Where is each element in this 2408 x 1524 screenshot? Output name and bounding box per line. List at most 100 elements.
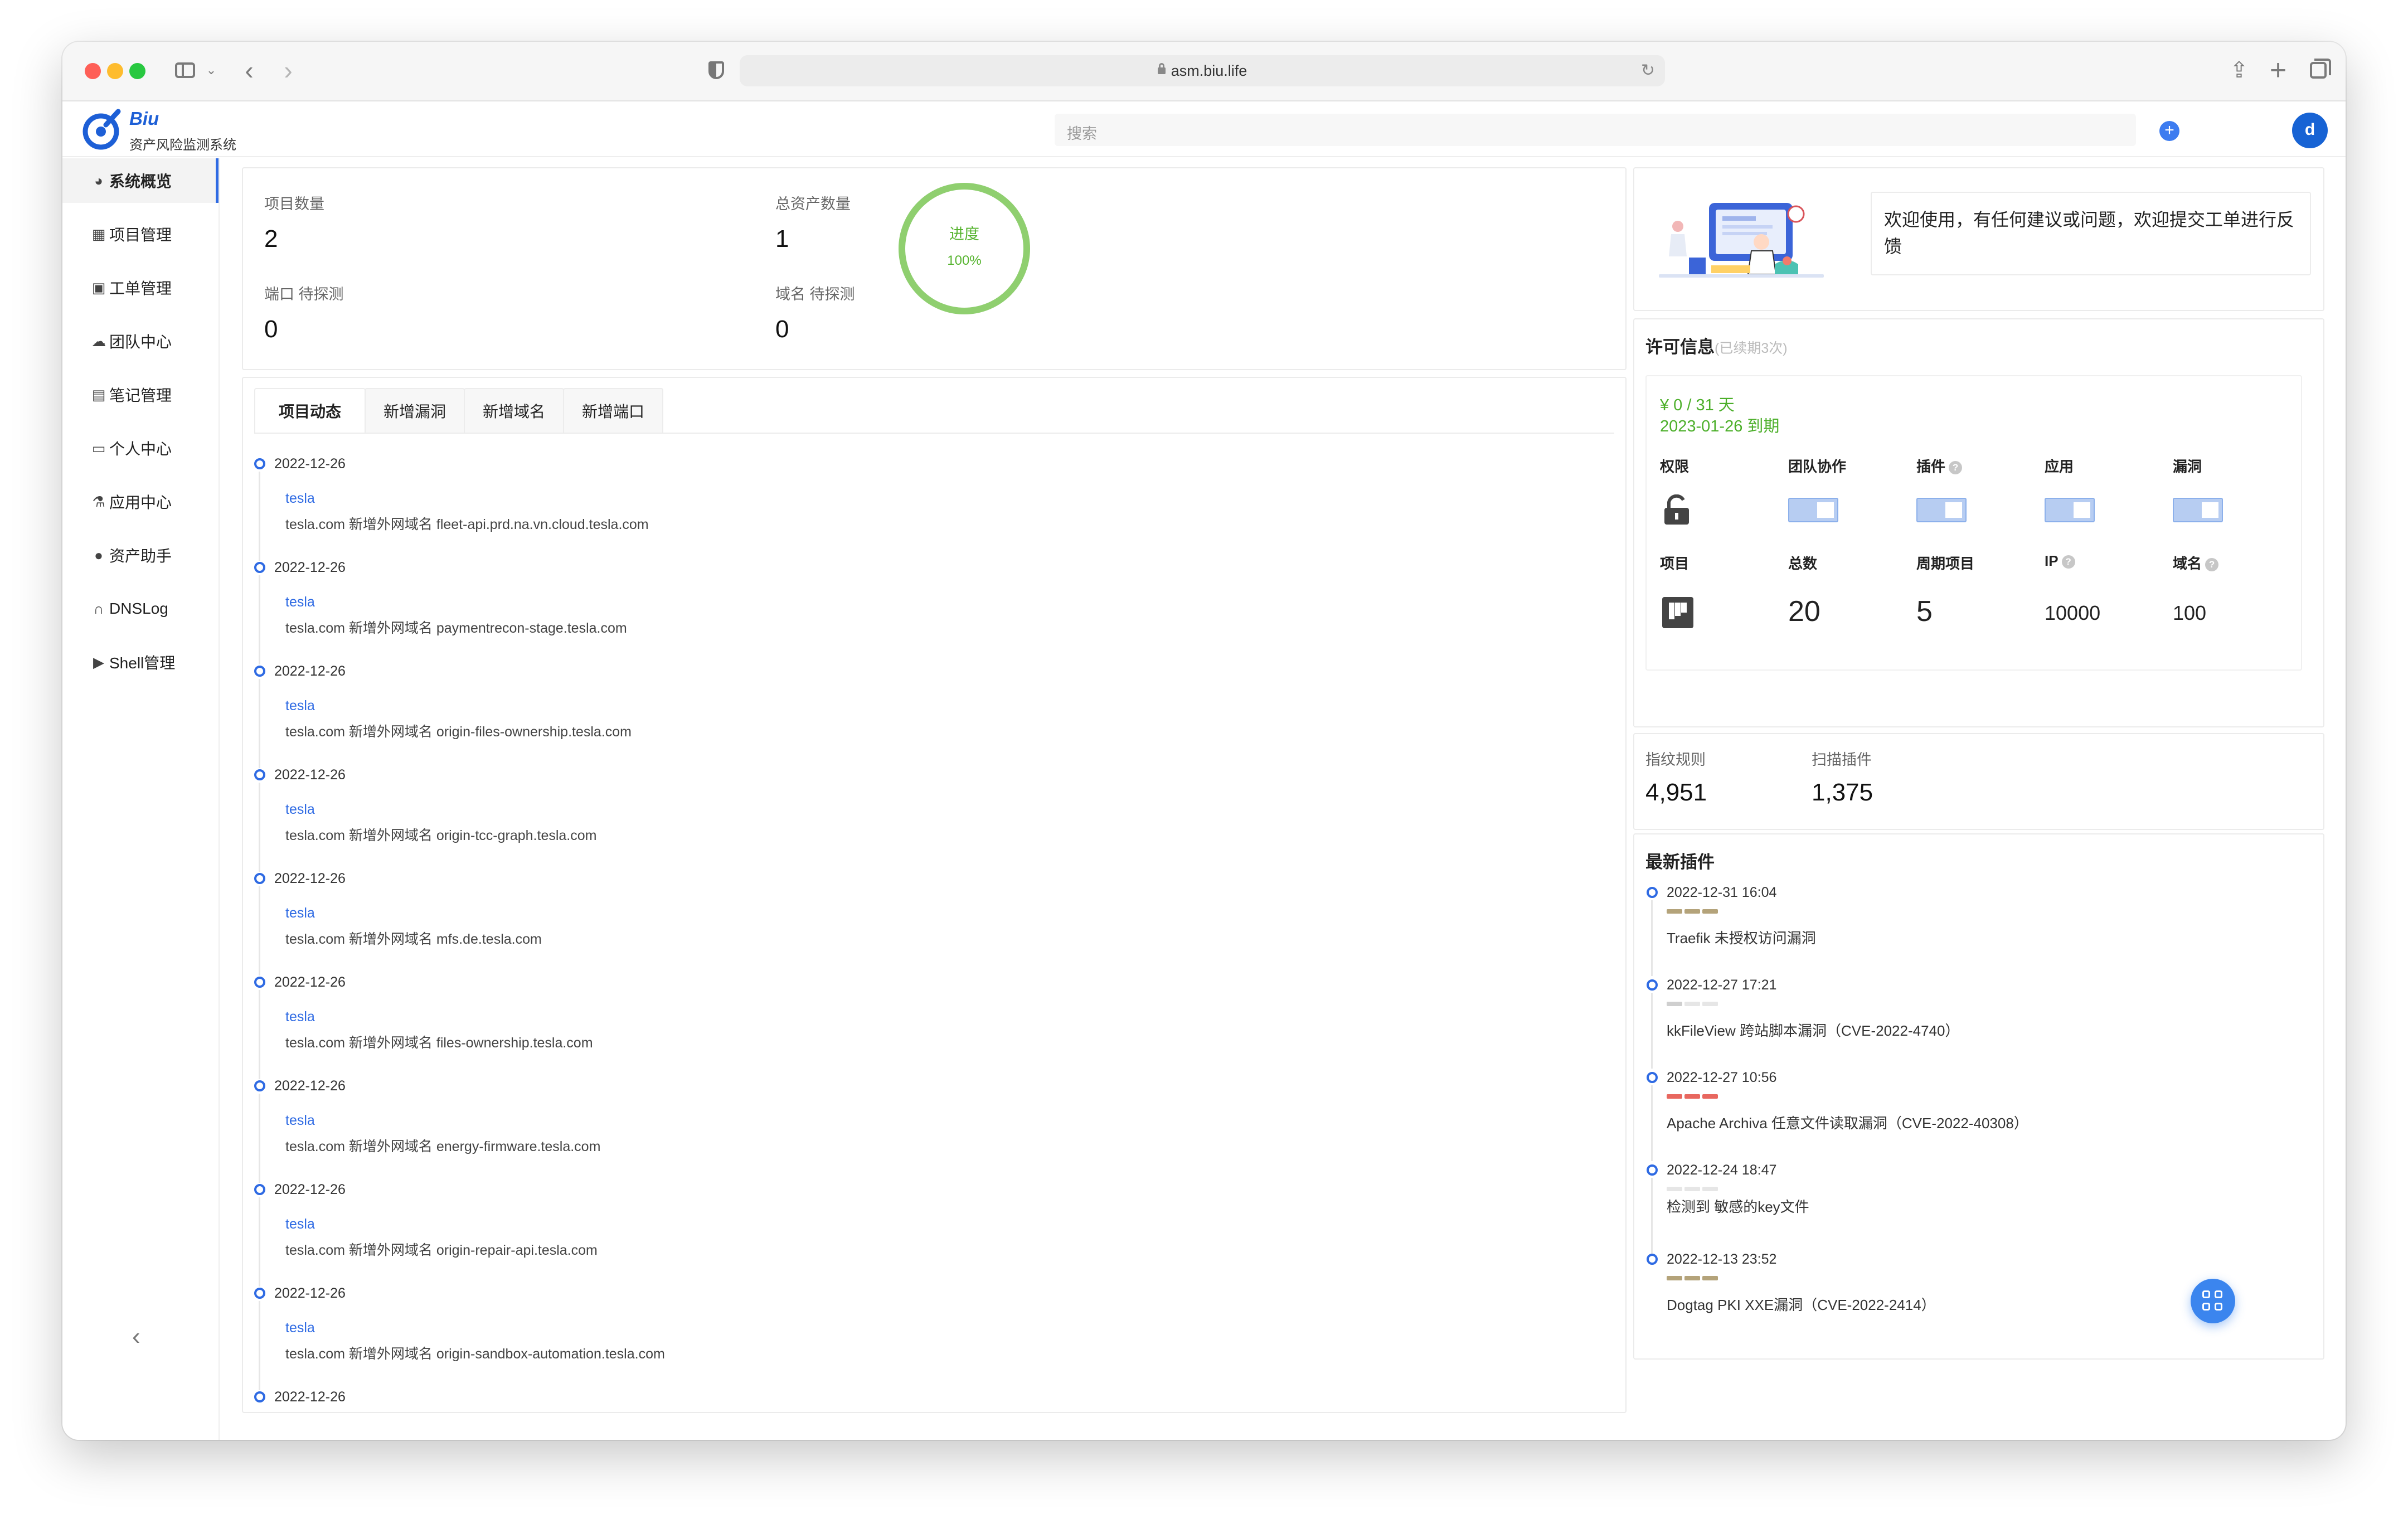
total-label: 总数 xyxy=(1788,555,1818,572)
logo-icon[interactable] xyxy=(79,108,123,152)
timeline-dot xyxy=(254,1080,265,1091)
progress-label: 进度 xyxy=(949,226,979,242)
permission-label: 权限 xyxy=(1660,458,1690,475)
timeline-connector xyxy=(259,1094,260,1183)
logo-name[interactable]: Biu xyxy=(129,108,159,129)
vuln-toggle[interactable] xyxy=(2173,498,2223,522)
list-item: 2022-12-26 tesla tesla.com 新增外网域名 paymen… xyxy=(254,560,1592,664)
avatar[interactable]: d xyxy=(2292,113,2328,148)
license-card: 许可信息(已续期3次) ¥ 0 / 31 天 2023-01-26 到期 权限 … xyxy=(1633,318,2324,727)
activity-project-link[interactable]: tesla xyxy=(285,698,315,714)
stats-card: 项目数量 2 总资产数量 1 端口 待探测 0 域名 待探测 0 进度 100% xyxy=(242,167,1627,370)
help-icon[interactable]: ? xyxy=(2205,558,2219,572)
lock-icon xyxy=(1157,63,1166,74)
tab-new-vulns[interactable]: 新增漏洞 xyxy=(365,388,465,434)
sidebar-item-shell[interactable]: ▶ Shell管理 xyxy=(62,640,219,685)
help-icon[interactable]: ? xyxy=(2061,555,2075,569)
plugin-name[interactable]: Traefik 未授权访问漏洞 xyxy=(1667,927,1816,948)
project-label: 项目 xyxy=(1660,555,1690,572)
chevron-down-icon[interactable]: ⌄ xyxy=(203,56,220,84)
list-item[interactable]: 2022-12-27 17:21 kkFileView 跨站脚本漏洞（CVE-2… xyxy=(1647,976,2304,1069)
sidebar-item-profile[interactable]: ▭ 个人中心 xyxy=(62,426,219,470)
activity-date: 2022-12-26 xyxy=(274,1285,346,1301)
minimize-window-button[interactable] xyxy=(107,63,123,79)
activity-description: tesla.com 新增外网域名 fleet-api.prd.na.vn.clo… xyxy=(285,517,649,532)
activity-project-link[interactable]: tesla xyxy=(285,905,315,921)
logo-subtitle: 资产风险监测系统 xyxy=(129,138,236,153)
activity-project-link[interactable]: tesla xyxy=(285,1113,315,1129)
sidebar-item-label: 工单管理 xyxy=(109,280,172,297)
license-price: ¥ 0 / 31 天 xyxy=(1660,396,1735,414)
tab-overview-icon[interactable] xyxy=(2304,56,2332,84)
share-icon[interactable]: ⇪ xyxy=(2225,56,2253,84)
sidebar-item-assistant[interactable]: ● 资产助手 xyxy=(62,533,219,577)
flask-icon: ⚗ xyxy=(92,493,105,510)
total-value: 20 xyxy=(1788,595,1820,628)
new-tab-icon[interactable]: + xyxy=(2264,54,2292,86)
back-icon[interactable]: ‹ xyxy=(235,56,263,85)
activity-date: 2022-12-26 xyxy=(274,456,346,472)
grid-icon xyxy=(2202,1290,2210,1298)
headset-icon: ∩ xyxy=(93,600,104,617)
sidebar-item-team[interactable]: ☁ 团队中心 xyxy=(62,319,219,363)
sidebar-item-overview[interactable]: ◕ 系统概览 xyxy=(62,158,219,203)
sidebar-item-dnslog[interactable]: ∩ DNSLog xyxy=(62,586,219,631)
sidebar-item-label: 项目管理 xyxy=(109,226,172,244)
tab-new-domains[interactable]: 新增域名 xyxy=(464,388,564,434)
maximize-window-button[interactable] xyxy=(129,63,145,79)
reload-icon[interactable]: ↻ xyxy=(1641,61,1655,80)
timeline-connector xyxy=(1651,993,1653,1069)
activity-project-link[interactable]: tesla xyxy=(285,491,315,507)
sidebar-item-notes[interactable]: ▤ 笔记管理 xyxy=(62,372,219,417)
sidebar-item-label: 个人中心 xyxy=(109,440,172,458)
tab-new-ports[interactable]: 新增端口 xyxy=(563,388,663,434)
collapse-sidebar-icon[interactable]: ‹ xyxy=(132,1323,140,1351)
grid-icon xyxy=(2215,1290,2222,1298)
timeline-dot xyxy=(254,977,265,988)
add-button[interactable]: + xyxy=(2159,121,2179,141)
privacy-shield-icon[interactable] xyxy=(702,56,730,84)
close-window-button[interactable] xyxy=(85,63,101,79)
timeline-dot xyxy=(254,1288,265,1299)
help-icon[interactable]: ? xyxy=(1949,461,1963,475)
activity-project-link[interactable]: tesla xyxy=(285,1009,315,1025)
plugin-name[interactable]: 检测到 敏感的key文件 xyxy=(1667,1196,1809,1216)
list-item: 2022-12-26 tesla tesla.com 新增外网域名 origin… xyxy=(254,767,1592,872)
apps-grid-button[interactable] xyxy=(2191,1279,2235,1323)
team-label: 团队协作 xyxy=(1788,458,1847,475)
plugin-label: 插件? xyxy=(1916,455,1963,476)
plugin-name[interactable]: Apache Archiva 任意文件读取漏洞（CVE-2022-40308） xyxy=(1667,1112,2028,1133)
activity-date: 2022-12-26 xyxy=(274,560,346,575)
activity-date: 2022-12-26 xyxy=(274,663,346,679)
app-label: 应用 xyxy=(2045,458,2074,475)
sidebar-item-projects[interactable]: ▦ 项目管理 xyxy=(62,212,219,256)
project-board-icon xyxy=(1662,597,1693,628)
list-item[interactable]: 2022-12-31 16:04 Traefik 未授权访问漏洞 xyxy=(1647,884,2304,976)
pie-chart-icon: ◕ xyxy=(94,172,103,189)
app-toggle[interactable] xyxy=(2045,498,2095,522)
activity-project-link[interactable]: tesla xyxy=(285,802,315,818)
kanban-icon: ▦ xyxy=(91,226,106,242)
list-item[interactable]: 2022-12-27 10:56 Apache Archiva 任意文件读取漏洞… xyxy=(1647,1069,2304,1161)
plugin-toggle[interactable] xyxy=(1916,498,1967,522)
sidebar-item-tickets[interactable]: ▣ 工单管理 xyxy=(62,265,219,310)
tab-project-activity[interactable]: 项目动态 xyxy=(254,388,366,434)
activity-project-link[interactable]: tesla xyxy=(285,1320,315,1336)
activity-date: 2022-12-26 xyxy=(274,1389,346,1405)
ip-value: 10000 xyxy=(2045,601,2101,624)
search-input[interactable]: 搜索 xyxy=(1055,114,2136,146)
address-bar[interactable]: asm.biu.life ↻ xyxy=(740,55,1665,86)
plugin-name[interactable]: kkFileView 跨站脚本漏洞（CVE-2022-4740） xyxy=(1667,1020,1959,1040)
timeline-connector xyxy=(259,783,260,872)
list-item[interactable]: 2022-12-24 18:47 检测到 敏感的key文件 xyxy=(1647,1161,2304,1254)
progress-value: 100% xyxy=(947,253,982,268)
team-toggle[interactable] xyxy=(1788,498,1838,522)
activity-project-link[interactable]: tesla xyxy=(285,594,315,610)
plugin-date: 2022-12-13 23:52 xyxy=(1667,1251,1777,1267)
sidebar-item-label: 团队中心 xyxy=(109,333,172,351)
sidebar-toggle-icon[interactable] xyxy=(171,56,199,84)
plugin-name[interactable]: Dogtag PKI XXE漏洞（CVE-2022-2414） xyxy=(1667,1294,1936,1314)
activity-project-link[interactable]: tesla xyxy=(285,1216,315,1232)
sidebar-item-apps[interactable]: ⚗ 应用中心 xyxy=(62,479,219,524)
forward-icon[interactable]: › xyxy=(274,56,302,85)
